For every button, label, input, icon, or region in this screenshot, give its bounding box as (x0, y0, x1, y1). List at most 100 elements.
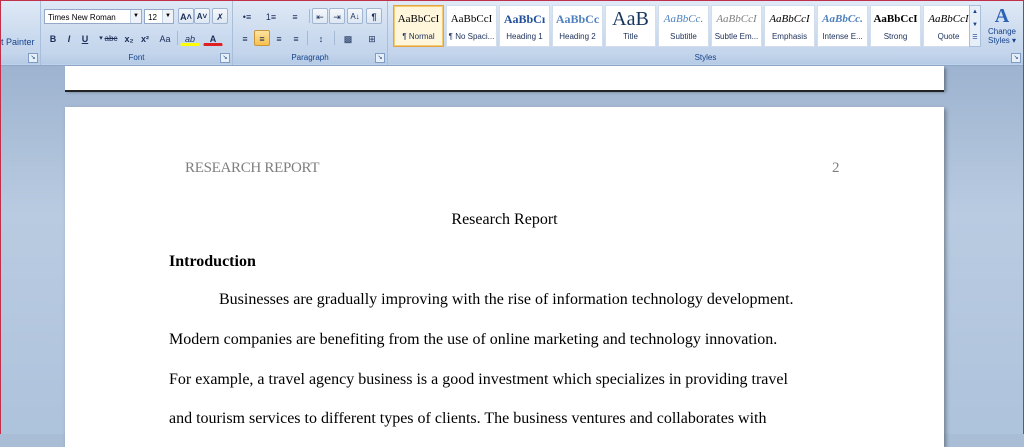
line-spacing-button[interactable]: ↕ (310, 30, 332, 46)
style-sample: AaBbCı (503, 12, 546, 26)
font-color-button[interactable]: A (203, 30, 223, 46)
font-name-combo[interactable]: Times New Roman ▼ (44, 9, 142, 24)
increase-indent-button[interactable]: ⇥ (329, 8, 345, 24)
align-left-button[interactable]: ≡ (237, 30, 253, 46)
style-name: Subtle Em... (714, 32, 759, 41)
style-sample: AaBbCcI (769, 13, 810, 25)
chevron-down-icon[interactable]: ▼ (970, 19, 980, 32)
style-normal[interactable]: AaBbCcI ¶ Normal (393, 5, 444, 47)
style-sample: AaBbCcI (873, 13, 918, 25)
change-case-button[interactable]: Aa (155, 30, 175, 46)
style-name: Title (623, 32, 638, 41)
style-name: Emphasis (771, 32, 808, 41)
style-sample: AaBbCcI (397, 13, 440, 25)
style-subtle-emphasis[interactable]: AaBbCcI Subtle Em... (711, 5, 762, 47)
italic-button[interactable]: I (61, 30, 77, 46)
sort-button[interactable]: A↓ (347, 8, 363, 24)
previous-page-bottom (65, 66, 944, 90)
shading-button[interactable]: ▩ (337, 30, 359, 46)
separator (177, 31, 178, 45)
separator (334, 31, 335, 45)
font-size-value: 12 (148, 13, 157, 22)
style-no-spacing[interactable]: AaBbCcI ¶ No Spaci... (446, 5, 497, 47)
font-group: Times New Roman ▼ 12 ▼ A˄ A˅ ✗ B I U ▾ a… (41, 1, 233, 65)
format-painter-button[interactable]: t Painter (1, 37, 35, 47)
style-name: Heading 1 (506, 32, 543, 41)
change-styles-button[interactable]: A Change Styles ▾ (984, 5, 1020, 51)
justify-button[interactable]: ≡ (288, 30, 304, 46)
style-emphasis[interactable]: AaBbCcI Emphasis (764, 5, 815, 47)
strikethrough-button[interactable]: abc (103, 30, 119, 46)
paragraph-line[interactable]: and tourism services to different types … (169, 410, 766, 428)
style-name: Strong (883, 32, 908, 41)
style-name: ¶ No Spaci... (448, 32, 495, 41)
document-area[interactable]: RESEARCH REPORT 2 Research Report Introd… (1, 66, 1023, 447)
style-sample: AaBbCc (555, 12, 600, 26)
style-name: Intense E... (822, 32, 863, 41)
style-name: Quote (937, 32, 960, 41)
style-intense-emphasis[interactable]: AaBbCc. Intense E... (817, 5, 868, 47)
highlight-button[interactable]: ab (180, 30, 200, 46)
chevron-up-icon[interactable]: ▲ (970, 6, 980, 19)
separator (309, 9, 310, 23)
subscript-button[interactable]: x₂ (121, 30, 137, 46)
style-sample: AaBbCc. (663, 13, 704, 25)
page-divider (65, 90, 944, 92)
paragraph-group-label: Paragraph (233, 52, 387, 64)
document-title[interactable]: Research Report (65, 211, 944, 229)
clipboard-launcher-icon[interactable]: ↘ (28, 53, 38, 63)
more-icon[interactable]: ☰ (970, 32, 980, 45)
chevron-down-icon[interactable]: ▼ (162, 10, 173, 23)
style-sample: AaBbCcI (450, 13, 493, 25)
style-title[interactable]: AaB Title (605, 5, 656, 47)
shrink-font-button[interactable]: A˅ (194, 8, 210, 24)
style-subtitle[interactable]: AaBbCc. Subtitle (658, 5, 709, 47)
styles-gallery: AaBbCcI ¶ Normal AaBbCcI ¶ No Spaci... A… (393, 5, 975, 49)
style-name: ¶ Normal (402, 32, 435, 41)
clear-formatting-button[interactable]: ✗ (212, 8, 228, 24)
styles-group-label: Styles (388, 52, 1023, 64)
style-sample: AaBbCc. (822, 13, 863, 25)
bullets-button[interactable]: •≡ (237, 8, 257, 24)
style-name: Heading 2 (559, 32, 596, 41)
multilevel-list-button[interactable]: ≡ (285, 8, 305, 24)
paragraph-group: •≡ 1≡ ≡ ⇤ ⇥ A↓ ¶ ≡ ≡ ≡ ≡ ↕ ▩ ⊞ Paragraph… (233, 1, 388, 65)
chevron-down-icon[interactable]: ▼ (130, 10, 141, 23)
style-name: Subtitle (670, 32, 697, 41)
section-heading[interactable]: Introduction (169, 253, 256, 271)
borders-button[interactable]: ⊞ (361, 30, 383, 46)
decrease-indent-button[interactable]: ⇤ (312, 8, 328, 24)
align-right-button[interactable]: ≡ (271, 30, 287, 46)
paragraph-line[interactable]: For example, a travel agency business is… (169, 371, 788, 389)
page-header[interactable]: RESEARCH REPORT (185, 160, 320, 177)
style-heading-1[interactable]: AaBbCı Heading 1 (499, 5, 550, 47)
font-size-combo[interactable]: 12 ▼ (144, 9, 174, 24)
paragraph-line[interactable]: Modern companies are benefiting from the… (169, 331, 777, 349)
change-styles-label: Change Styles ▾ (987, 27, 1017, 45)
document-page[interactable]: RESEARCH REPORT 2 Research Report Introd… (65, 107, 944, 447)
font-group-label: Font (41, 52, 232, 64)
bold-button[interactable]: B (45, 30, 61, 46)
clipboard-group: t Painter ↘ (1, 1, 41, 65)
change-styles-icon: A (994, 5, 1010, 27)
gallery-scroll[interactable]: ▲ ▼ ☰ (969, 5, 981, 47)
style-strong[interactable]: AaBbCcI Strong (870, 5, 921, 47)
align-center-button[interactable]: ≡ (254, 30, 270, 46)
superscript-button[interactable]: x² (137, 30, 153, 46)
font-launcher-icon[interactable]: ↘ (220, 53, 230, 63)
style-sample: AaBbCcI (716, 13, 757, 25)
show-marks-button[interactable]: ¶ (366, 8, 382, 24)
paragraph-line[interactable]: Businesses are gradually improving with … (219, 291, 794, 309)
styles-launcher-icon[interactable]: ↘ (1011, 53, 1021, 63)
page-number: 2 (832, 160, 840, 176)
font-name-value: Times New Roman (48, 13, 116, 22)
ribbon: t Painter ↘ Times New Roman ▼ 12 ▼ A˄ A˅… (1, 1, 1023, 66)
style-quote[interactable]: AaBbCcI Quote (923, 5, 974, 47)
paragraph-launcher-icon[interactable]: ↘ (375, 53, 385, 63)
underline-button[interactable]: U (77, 30, 93, 46)
numbering-button[interactable]: 1≡ (261, 8, 281, 24)
style-heading-2[interactable]: AaBbCc Heading 2 (552, 5, 603, 47)
grow-font-button[interactable]: A˄ (178, 8, 194, 24)
separator (307, 31, 308, 45)
style-sample: AaBbCcI (928, 13, 969, 25)
